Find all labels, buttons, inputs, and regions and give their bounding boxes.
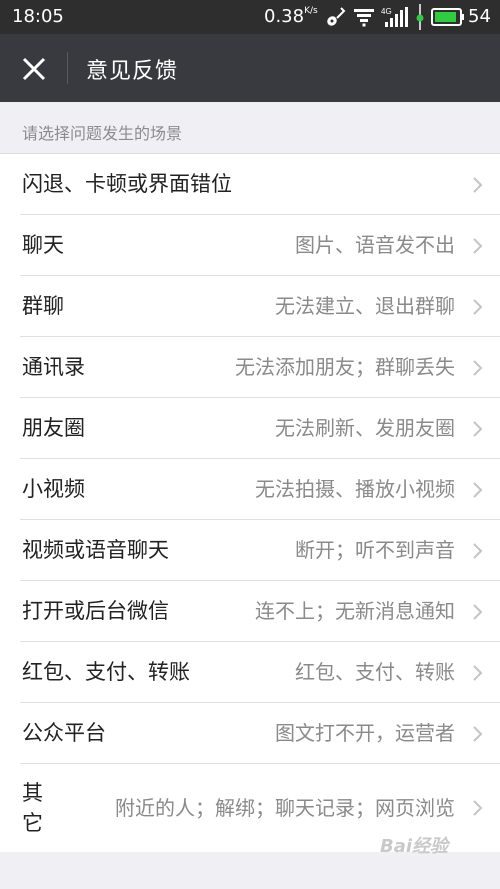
- item-title: 视频或语音聊天: [22, 538, 169, 562]
- item-desc: 图片、语音发不出: [295, 233, 455, 257]
- list-item-contacts[interactable]: 通讯录 无法添加朋友；群聊丢失: [20, 337, 500, 398]
- chevron-right-icon: [473, 177, 483, 193]
- chevron-right-icon: [473, 726, 483, 742]
- list-item-payment[interactable]: 红包、支付、转账 红包、支付、转账: [20, 642, 500, 703]
- list-item-short-video[interactable]: 小视频 无法拍摄、播放小视频: [20, 459, 500, 520]
- page-title: 意见反馈: [86, 59, 179, 84]
- list-item-official-accounts[interactable]: 公众平台 图文打不开，运营者: [20, 703, 500, 764]
- list-item-moments[interactable]: 朋友圈 无法刷新、发朋友圈: [20, 398, 500, 459]
- item-title: 打开或后台微信: [22, 599, 169, 623]
- status-bar: 18:05 0.38K/s 4G 54: [0, 0, 500, 34]
- chevron-right-icon: [473, 238, 483, 254]
- item-title: 聊天: [22, 233, 64, 257]
- chevron-right-icon: [473, 543, 483, 559]
- status-time: 18:05: [12, 6, 64, 27]
- list-item-video-voice-call[interactable]: 视频或语音聊天 断开；听不到声音: [20, 520, 500, 581]
- chevron-right-icon: [473, 421, 483, 437]
- item-desc: 红包、支付、转账: [295, 660, 455, 684]
- item-title: 红包、支付、转账: [22, 660, 190, 684]
- item-title: 小视频: [22, 477, 85, 501]
- chevron-right-icon: [473, 604, 483, 620]
- chevron-right-icon: [473, 482, 483, 498]
- usb-icon: [412, 0, 428, 34]
- item-title: 公众平台: [22, 721, 106, 745]
- item-title: 其它: [22, 781, 43, 835]
- chevron-right-icon: [473, 299, 483, 315]
- guitar-icon: [322, 0, 348, 34]
- battery-percent: 54: [468, 6, 491, 27]
- signal-icon: 4G: [381, 0, 409, 34]
- list-item-open-background[interactable]: 打开或后台微信 连不上；无新消息通知: [20, 581, 500, 642]
- chevron-right-icon: [473, 665, 483, 681]
- item-title: 群聊: [22, 294, 64, 318]
- item-desc: 无法拍摄、播放小视频: [255, 477, 455, 501]
- watermark: Bai经验: [380, 836, 449, 857]
- chevron-right-icon: [473, 800, 483, 816]
- item-desc: 无法添加朋友；群聊丢失: [235, 355, 455, 379]
- item-desc: 无法建立、退出群聊: [275, 294, 455, 318]
- battery-icon: [430, 0, 466, 34]
- item-title: 朋友圈: [22, 416, 85, 440]
- item-desc: 无法刷新、发朋友圈: [275, 416, 455, 440]
- item-desc: 断开；听不到声音: [295, 538, 455, 562]
- close-button[interactable]: [14, 49, 54, 89]
- network-speed: 0.38K/s: [264, 6, 318, 27]
- close-icon: [22, 57, 46, 81]
- svg-text:4G: 4G: [381, 7, 392, 16]
- scenario-list: 闪退、卡顿或界面错位 聊天 图片、语音发不出 群聊 无法建立、退出群聊 通讯录 …: [0, 153, 500, 852]
- item-title: 通讯录: [22, 355, 85, 379]
- wifi-icon: [351, 0, 377, 34]
- item-desc: 连不上；无新消息通知: [255, 599, 455, 623]
- section-header: 请选择问题发生的场景: [22, 124, 183, 143]
- chevron-right-icon: [473, 360, 483, 376]
- list-item-crash[interactable]: 闪退、卡顿或界面错位: [20, 154, 500, 215]
- item-desc: 附近的人；解绑；聊天记录；网页浏览: [115, 796, 455, 820]
- item-title: 闪退、卡顿或界面错位: [22, 172, 232, 196]
- title-bar: 意见反馈: [0, 34, 500, 102]
- item-desc: 图文打不开，运营者: [275, 721, 455, 745]
- list-item-group-chat[interactable]: 群聊 无法建立、退出群聊: [20, 276, 500, 337]
- title-divider: [67, 52, 68, 84]
- list-item-chat[interactable]: 聊天 图片、语音发不出: [20, 215, 500, 276]
